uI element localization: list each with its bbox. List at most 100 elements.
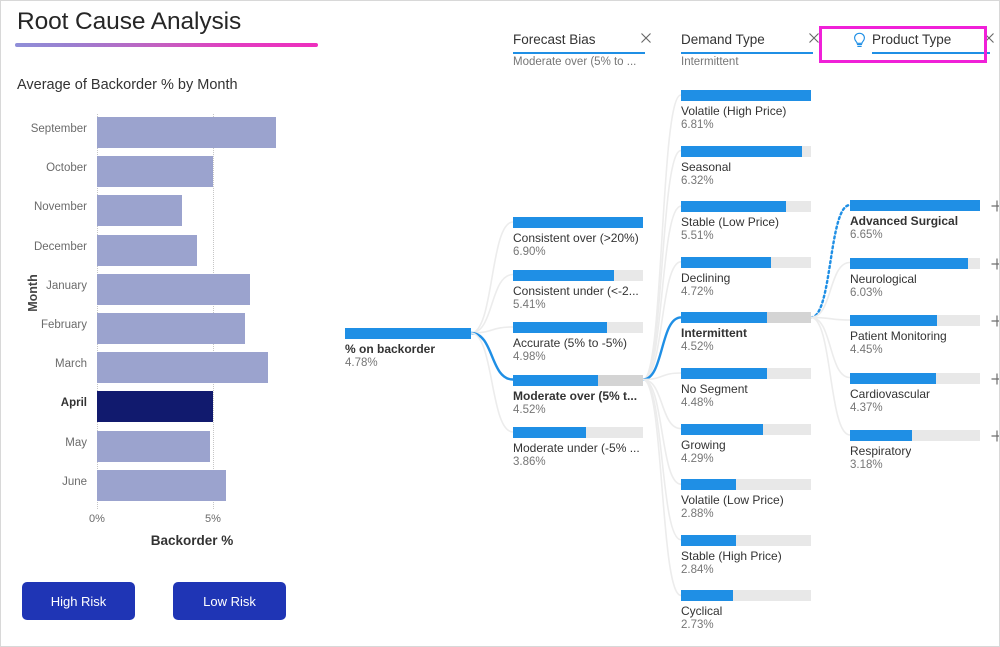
node-label: Advanced Surgical xyxy=(850,214,958,228)
chart-bar-row[interactable]: October xyxy=(1,153,301,189)
tree-node[interactable]: Patient Monitoring4.45% xyxy=(850,315,996,359)
tree-node[interactable]: No Segment4.48% xyxy=(681,368,827,412)
node-value: 6.32% xyxy=(681,175,714,187)
tree-node[interactable]: Moderate under (-5% ...3.86% xyxy=(513,427,659,471)
node-bar xyxy=(345,328,471,339)
node-value: 6.81% xyxy=(681,119,714,131)
tree-connector xyxy=(471,222,513,333)
node-value: 2.73% xyxy=(681,619,714,631)
expand-node-icon[interactable] xyxy=(989,313,1000,329)
tree-node[interactable]: Volatile (High Price)6.81% xyxy=(681,90,827,134)
node-value: 6.90% xyxy=(513,246,546,258)
tree-node[interactable]: Advanced Surgical6.65% xyxy=(850,200,996,244)
chart-bar-row[interactable]: May xyxy=(1,428,301,464)
chart-bar[interactable] xyxy=(97,156,213,187)
chart-bar-row[interactable]: February xyxy=(1,310,301,346)
node-label: Consistent over (>20%) xyxy=(513,231,639,245)
expand-node-icon[interactable] xyxy=(989,428,1000,444)
node-label: Declining xyxy=(681,271,730,285)
bar-category-label: October xyxy=(1,162,87,174)
node-value: 3.86% xyxy=(513,456,546,468)
high-risk-button[interactable]: High Risk xyxy=(22,582,135,620)
tree-node[interactable]: Respiratory3.18% xyxy=(850,430,996,474)
node-bar xyxy=(513,322,607,333)
tree-node[interactable]: Stable (High Price)2.84% xyxy=(681,535,827,579)
tree-level-header-forecast-bias[interactable]: Forecast Bias Moderate over (5% to ... xyxy=(513,32,659,66)
chart-bar-row[interactable]: April xyxy=(1,388,301,424)
chart-bar[interactable] xyxy=(97,313,245,344)
node-bar xyxy=(850,200,980,211)
chart-bar[interactable] xyxy=(97,391,213,422)
expand-node-icon[interactable] xyxy=(989,256,1000,272)
level-selection: Intermittent xyxy=(681,56,739,68)
tree-level-header-product-type[interactable]: Product Type xyxy=(850,32,996,66)
node-value: 4.37% xyxy=(850,402,883,414)
chart-bar-row[interactable]: November xyxy=(1,192,301,228)
node-value: 2.88% xyxy=(681,508,714,520)
tree-node[interactable]: Cardiovascular4.37% xyxy=(850,373,996,417)
tree-node[interactable]: Seasonal6.32% xyxy=(681,146,827,190)
node-label: Moderate under (-5% ... xyxy=(513,441,640,455)
tree-connector xyxy=(471,275,513,334)
tree-node[interactable]: Neurological6.03% xyxy=(850,258,996,302)
tree-node-root[interactable]: % on backorder 4.78% xyxy=(345,328,491,372)
low-risk-button[interactable]: Low Risk xyxy=(173,582,286,620)
bar-category-label: November xyxy=(1,201,87,213)
chart-bar[interactable] xyxy=(97,431,210,462)
x-tick-label: 5% xyxy=(205,513,221,525)
close-icon[interactable] xyxy=(639,31,653,45)
node-bar xyxy=(513,427,586,438)
chart-bar[interactable] xyxy=(97,470,226,501)
level-name: Forecast Bias xyxy=(513,32,596,47)
tree-node[interactable]: Declining4.72% xyxy=(681,257,827,301)
chart-bar[interactable] xyxy=(97,195,182,226)
node-bar xyxy=(681,479,736,490)
chart-bar-row[interactable]: March xyxy=(1,349,301,385)
level-name: Demand Type xyxy=(681,32,765,47)
expand-node-icon[interactable] xyxy=(989,371,1000,387)
close-icon[interactable] xyxy=(982,31,996,45)
node-value: 5.41% xyxy=(513,299,546,311)
node-label: Respiratory xyxy=(850,444,911,458)
chart-bar[interactable] xyxy=(97,274,250,305)
tree-node[interactable]: Accurate (5% to -5%)4.98% xyxy=(513,322,659,366)
close-icon[interactable] xyxy=(807,31,821,45)
node-label: Patient Monitoring xyxy=(850,329,947,343)
node-label: Growing xyxy=(681,438,726,452)
node-label: Neurological xyxy=(850,272,917,286)
node-label: Volatile (Low Price) xyxy=(681,493,784,507)
node-value: 4.78% xyxy=(345,357,378,369)
chart-bar[interactable] xyxy=(97,235,197,266)
bar-category-label: January xyxy=(1,280,87,292)
chart-bar-row[interactable]: June xyxy=(1,467,301,503)
level-underline xyxy=(681,52,813,54)
tree-node[interactable]: Volatile (Low Price)2.88% xyxy=(681,479,827,523)
node-bar xyxy=(850,258,968,269)
chart-bar-row[interactable]: September xyxy=(1,114,301,150)
chart-bar-row[interactable]: December xyxy=(1,232,301,268)
chart-bar[interactable] xyxy=(97,117,276,148)
bar-category-label: June xyxy=(1,476,87,488)
node-bar xyxy=(681,257,771,268)
node-bar xyxy=(681,312,767,323)
tree-node[interactable]: Intermittent4.52% xyxy=(681,312,827,356)
expand-node-icon[interactable] xyxy=(989,198,1000,214)
tree-level-header-demand-type[interactable]: Demand Type Intermittent xyxy=(681,32,827,66)
chart-bar-row[interactable]: January xyxy=(1,271,301,307)
node-bar xyxy=(850,373,936,384)
node-bar xyxy=(513,217,643,228)
decomposition-tree: Forecast Bias Moderate over (5% to ... D… xyxy=(323,1,1000,647)
node-value: 3.18% xyxy=(850,459,883,471)
tree-node[interactable]: Consistent over (>20%)6.90% xyxy=(513,217,659,261)
tree-node[interactable]: Consistent under (<-2...5.41% xyxy=(513,270,659,314)
node-label: Cardiovascular xyxy=(850,387,930,401)
tree-node[interactable]: Cyclical2.73% xyxy=(681,590,827,634)
level-selection: Moderate over (5% to ... xyxy=(513,56,636,68)
lightbulb-icon xyxy=(852,32,867,49)
chart-bar[interactable] xyxy=(97,352,268,383)
tree-node[interactable]: Growing4.29% xyxy=(681,424,827,468)
tree-node[interactable]: Stable (Low Price)5.51% xyxy=(681,201,827,245)
node-value: 4.48% xyxy=(681,397,714,409)
node-bar xyxy=(513,375,598,386)
tree-node[interactable]: Moderate over (5% t...4.52% xyxy=(513,375,659,419)
